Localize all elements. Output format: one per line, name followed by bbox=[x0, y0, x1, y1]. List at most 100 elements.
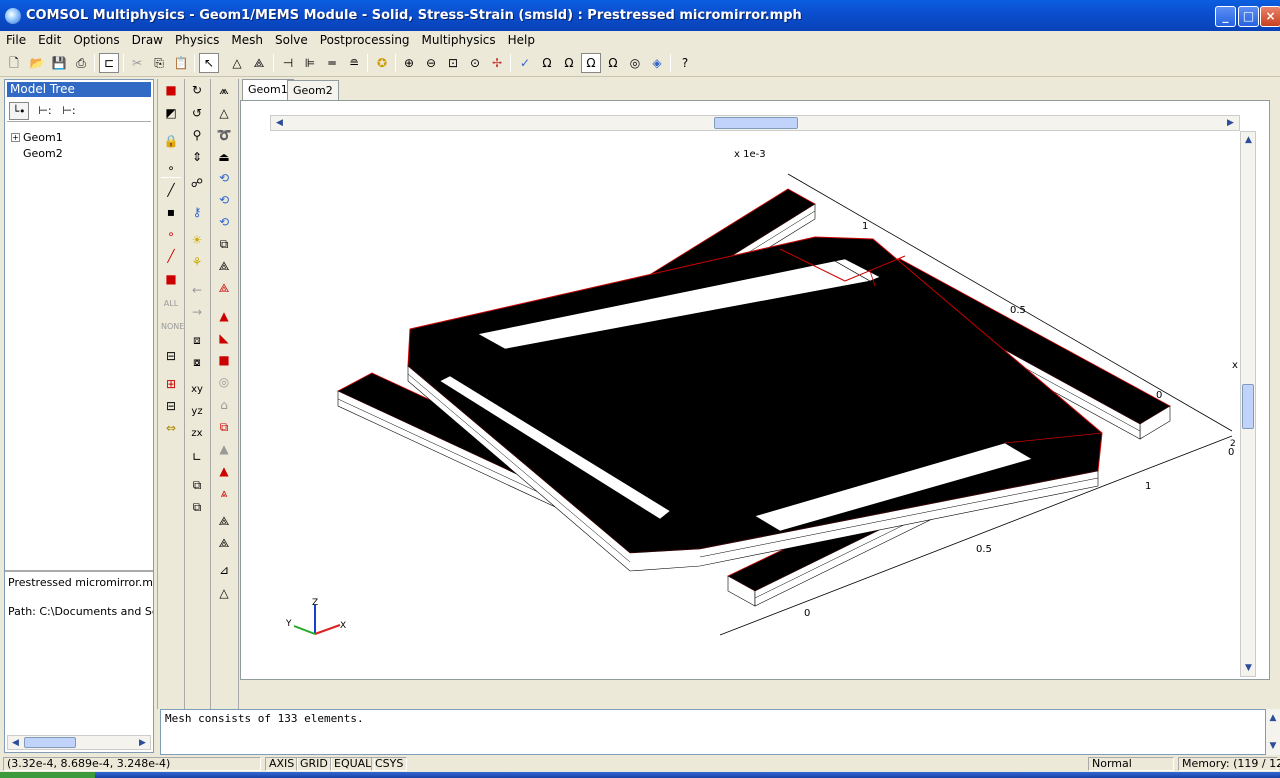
create-composite-icon[interactable]: ⊞ bbox=[161, 374, 181, 394]
create-point-icon[interactable]: ■ bbox=[161, 80, 181, 100]
paste-icon[interactable]: 📋 bbox=[171, 53, 191, 73]
print-icon[interactable]: ⎙ bbox=[71, 53, 91, 73]
grid-toggle[interactable]: GRID bbox=[296, 757, 332, 771]
menu-multiphysics[interactable]: Multiphysics bbox=[416, 31, 502, 49]
mesh-edge-icon[interactable]: ⊿ bbox=[214, 560, 234, 580]
scroll-left-arrow-icon[interactable]: ◀ bbox=[8, 736, 23, 750]
mesh-copy-icon[interactable]: ⧉ bbox=[214, 234, 234, 254]
point-settings-icon[interactable]: ≘ bbox=[344, 53, 364, 73]
zoom-in-icon[interactable]: ⊕ bbox=[399, 53, 419, 73]
scroll-up-arrow-icon[interactable]: ▲ bbox=[1266, 711, 1280, 725]
scene-light-icon[interactable]: ☍ bbox=[187, 173, 207, 193]
cut-icon[interactable]: ✂ bbox=[127, 53, 147, 73]
equal-toggle[interactable]: EQUAL bbox=[330, 757, 376, 771]
headlight-icon[interactable]: ⚷ bbox=[187, 202, 207, 222]
tree-view-full-icon[interactable]: ⊢: bbox=[59, 102, 79, 120]
canvas-horizontal-scrollbar[interactable]: ◀ ▶ bbox=[270, 115, 1240, 131]
paste-geometry-icon[interactable]: ⧉ bbox=[187, 497, 207, 517]
menu-physics[interactable]: Physics bbox=[169, 31, 225, 49]
copy-geometry-icon[interactable]: ⧉ bbox=[187, 475, 207, 495]
menu-postprocessing[interactable]: Postprocessing bbox=[314, 31, 416, 49]
scroll-thumb[interactable] bbox=[714, 117, 798, 129]
comsol-app-icon[interactable] bbox=[5, 8, 21, 24]
rectangle-icon[interactable]: ▪ bbox=[161, 202, 181, 222]
swept-mesh-icon[interactable]: ⟲ bbox=[214, 168, 234, 188]
equal-icon[interactable]: ═ bbox=[322, 53, 342, 73]
zoom-window-icon[interactable]: ⊡ bbox=[443, 53, 463, 73]
solve-icon[interactable]: Ω bbox=[537, 53, 557, 73]
object-properties-icon[interactable]: ⊟ bbox=[161, 346, 181, 366]
light-icon[interactable]: ☀ bbox=[187, 230, 207, 250]
tree-item-geom1[interactable]: + Geom1 bbox=[11, 131, 63, 145]
menu-file[interactable]: File bbox=[0, 31, 32, 49]
start-button[interactable] bbox=[0, 772, 95, 778]
initialize-mesh-icon[interactable]: ✓ bbox=[515, 53, 535, 73]
csys-toggle[interactable]: CSYS bbox=[371, 757, 408, 771]
minimize-button[interactable]: _ bbox=[1215, 6, 1236, 27]
save-icon[interactable]: 💾 bbox=[49, 53, 69, 73]
top-view-icon[interactable]: ⧇ bbox=[187, 352, 207, 372]
new-file-icon[interactable]: 🗋 bbox=[4, 53, 24, 73]
solve-problem-icon[interactable]: Ω bbox=[581, 53, 601, 73]
copy-icon[interactable]: ⎘ bbox=[149, 53, 169, 73]
info-horizontal-scrollbar[interactable]: ◀ ▶ bbox=[7, 735, 151, 750]
mesh-mode-red-icon[interactable]: ▲ bbox=[214, 306, 234, 326]
scroll-right-arrow-icon[interactable]: ▶ bbox=[135, 736, 150, 750]
menu-draw[interactable]: Draw bbox=[126, 31, 169, 49]
mesh-convert-icon[interactable]: ⟲ bbox=[214, 212, 234, 232]
transparency-icon[interactable]: ⚘ bbox=[187, 252, 207, 272]
help-icon[interactable]: ? bbox=[675, 53, 695, 73]
mesh-statistics-icon[interactable]: ◎ bbox=[214, 372, 234, 392]
undo-view-icon[interactable]: ← bbox=[187, 280, 207, 300]
restart-solve-icon[interactable]: Ω bbox=[559, 53, 579, 73]
red-line-icon[interactable]: ╱ bbox=[161, 246, 181, 266]
scroll-right-arrow-icon[interactable]: ▶ bbox=[1223, 116, 1238, 130]
scroll-down-arrow-icon[interactable]: ▼ bbox=[1266, 739, 1280, 753]
mesh-delete-icon[interactable]: ⟁ bbox=[214, 278, 234, 298]
close-button[interactable]: × bbox=[1260, 6, 1280, 27]
maximize-button[interactable]: □ bbox=[1238, 6, 1259, 27]
measure-icon[interactable]: ⇔ bbox=[161, 418, 181, 438]
zx-plane-icon[interactable]: zx bbox=[187, 424, 207, 444]
model-navigator-icon[interactable]: ✪ bbox=[372, 53, 392, 73]
tree-view-detail-icon[interactable]: ⊢: bbox=[35, 102, 55, 120]
zoom-selected-icon[interactable]: ✢ bbox=[487, 53, 507, 73]
extrude-icon[interactable]: ⏏ bbox=[214, 147, 234, 167]
plot-icon[interactable]: ◎ bbox=[625, 53, 645, 73]
scroll-up-arrow-icon[interactable]: ▲ bbox=[1241, 133, 1256, 147]
mesh-elements-icon[interactable]: ⟁ bbox=[214, 533, 234, 553]
select-objects-icon[interactable]: ◩ bbox=[161, 103, 181, 123]
default-3d-view-icon[interactable]: ⧈ bbox=[187, 330, 207, 350]
red-face-icon[interactable]: ■ bbox=[161, 269, 181, 289]
rotate-icon[interactable]: ↻ bbox=[187, 80, 207, 100]
tab-geom1[interactable]: Geom1 bbox=[242, 79, 294, 100]
axes-icon[interactable]: ∟ bbox=[187, 447, 207, 467]
scroll-left-arrow-icon[interactable]: ◀ bbox=[272, 116, 287, 130]
menu-solve[interactable]: Solve bbox=[269, 31, 314, 49]
expand-icon[interactable]: + bbox=[11, 133, 20, 142]
subdomain-settings-icon[interactable]: ⊫ bbox=[300, 53, 320, 73]
mesh-subdomain-icon[interactable]: ■ bbox=[214, 350, 234, 370]
open-file-icon[interactable]: 📂 bbox=[27, 53, 47, 73]
mesh-red-triangle-icon[interactable]: ▲ bbox=[214, 461, 234, 481]
mesh-shape-icon[interactable]: ⌂ bbox=[214, 395, 234, 415]
tree-view-flat-icon[interactable]: └• bbox=[9, 102, 29, 120]
mesh-boundary-icon[interactable]: ◣ bbox=[214, 328, 234, 348]
menu-help[interactable]: Help bbox=[502, 31, 541, 49]
plot-params-icon[interactable]: ◈ bbox=[647, 53, 667, 73]
mesh-free-icon[interactable]: ⩕ bbox=[214, 80, 234, 100]
mesh-quality-icon[interactable]: ⟁ bbox=[214, 511, 234, 531]
scroll-down-arrow-icon[interactable]: ▼ bbox=[1241, 661, 1256, 675]
orbit-icon[interactable]: ↺ bbox=[187, 103, 207, 123]
point-icon[interactable]: ∘ bbox=[161, 158, 181, 178]
solver-params-icon[interactable]: Ω bbox=[603, 53, 623, 73]
boundary-settings-icon[interactable]: ⊣ bbox=[278, 53, 298, 73]
console-scrollbar[interactable]: ▲ ▼ bbox=[1266, 709, 1280, 755]
lock-icon[interactable]: 🔒 bbox=[161, 131, 181, 151]
revolve-icon[interactable]: ➰ bbox=[214, 125, 234, 145]
geometry-canvas[interactable]: x 1e-3 1 0.5 0 1 0.5 0 0 2 x Z Y X bbox=[270, 131, 1240, 677]
menu-edit[interactable]: Edit bbox=[32, 31, 67, 49]
line-icon[interactable]: ╱ bbox=[161, 180, 181, 200]
mesh-red-element-icon[interactable]: ⩓ bbox=[214, 483, 234, 503]
redo-view-icon[interactable]: → bbox=[187, 302, 207, 322]
